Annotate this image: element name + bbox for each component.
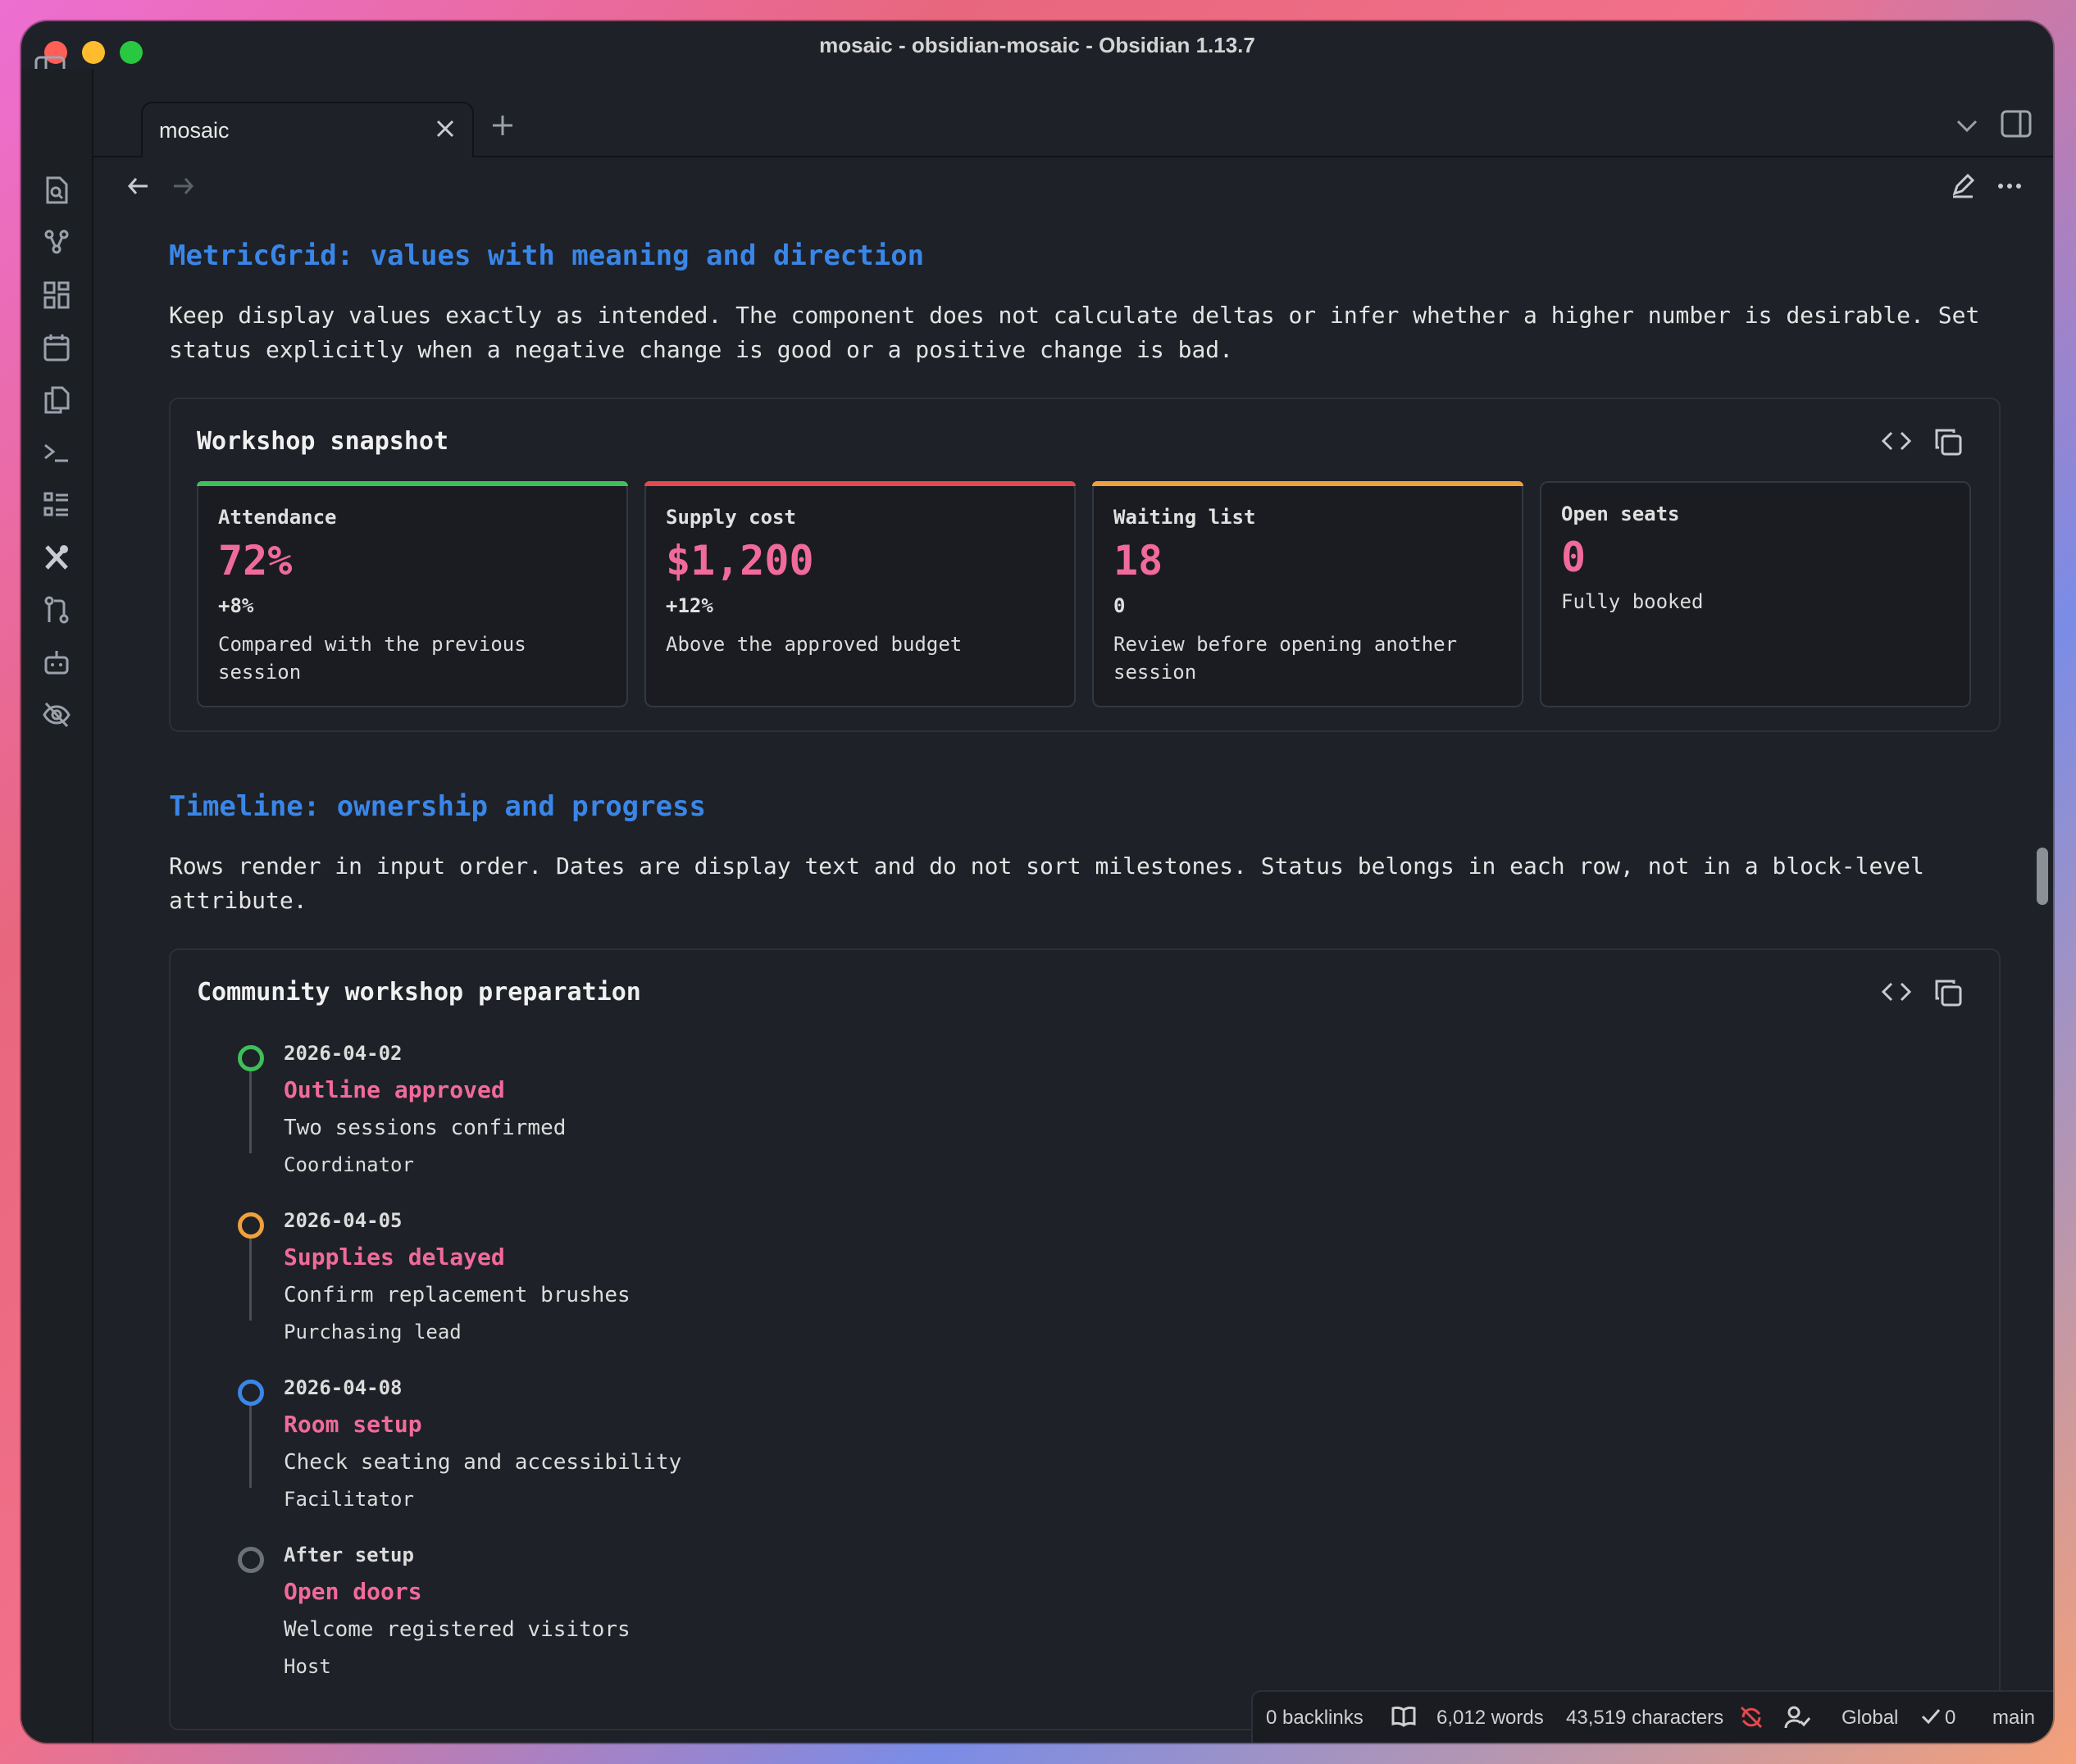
timeline-description: Welcome registered visitors [284,1617,631,1642]
metric-note: Compared with the previous session [218,633,526,684]
metric-value: 18 [1113,537,1163,584]
timeline-title: Room setup [284,1411,422,1438]
metric-label: Supply cost [666,506,796,529]
metric-label: Attendance [218,506,337,529]
timeline-paragraph: Rows render in input order. Dates are di… [169,849,2053,918]
graph-icon[interactable] [43,228,71,257]
metric-card: Attendance 72% +8% Compared with the pre… [197,481,628,707]
copy-block-icon[interactable] [1933,427,1963,457]
paragraph-line: status explicitly when a negative change… [169,336,1234,363]
status-dot [238,1045,264,1071]
metric-label: Waiting list [1113,506,1256,529]
timeline-title: Community workshop preparation [197,978,641,1007]
metric-card: Open seats 0 Fully booked [1540,481,1971,707]
timeline-owner: Coordinator [284,1153,414,1176]
sync-off-icon[interactable] [1738,1705,1764,1730]
timeline-date: 2026-04-05 [284,1209,403,1232]
right-sidebar-toggle-icon[interactable] [2001,110,2032,138]
check-count: 0 [1945,1707,1956,1729]
close-icon[interactable] [435,118,456,139]
code-view-icon[interactable] [1881,429,1912,453]
code-view-icon[interactable] [1881,980,1912,1004]
metric-delta: +8% [218,594,254,617]
eye-off-icon[interactable] [43,700,71,730]
paragraph-line: Keep display values exactly as intended.… [169,302,1980,329]
metric-grid-block: Workshop snapshot Attendance 72% +8% Com… [169,398,2001,732]
more-options-icon[interactable] [1997,182,2022,190]
window-title: mosaic - obsidian-mosaic - Obsidian 1.13… [819,33,1255,57]
file-search-icon[interactable] [43,175,71,205]
character-count: 43,519 characters [1566,1707,1724,1729]
scope-label[interactable]: Global [1842,1707,1898,1730]
metric-value: 0 [1561,534,1587,581]
list-icon[interactable] [43,490,71,520]
metricgrid-heading: MetricGrid: values with meaning and dire… [169,239,925,272]
metric-note: Above the approved budget [666,633,963,656]
timeline-date: After setup [284,1544,414,1566]
bot-icon[interactable] [43,648,71,677]
metric-grid-title: Workshop snapshot [197,427,449,456]
timeline-title: Outline approved [284,1076,505,1103]
editor-pane: MetricGrid: values with meaning and dire… [93,157,2053,1743]
tab-bar: mosaic [93,69,2053,157]
timeline-owner: Host [284,1655,331,1678]
timeline-description: Confirm replacement brushes [284,1283,631,1307]
status-dot [238,1380,264,1406]
status-dot [238,1212,264,1239]
app-window: mosaic - obsidian-mosaic - Obsidian 1.13… [21,21,2053,1743]
metric-card: Waiting list 18 0 Review before opening … [1092,481,1523,707]
tab-label: mosaic [159,118,230,143]
paragraph-line: attribute. [169,887,307,914]
title-bar: mosaic - obsidian-mosaic - Obsidian 1.13… [21,21,2053,69]
new-tab-plus-icon[interactable] [490,113,515,138]
back-arrow-icon[interactable] [126,175,151,197]
timeline-date: 2026-04-08 [284,1376,403,1399]
tab-mosaic[interactable]: mosaic [141,102,474,157]
timeline-block: Community workshop preparation 2026-04-0… [169,948,2001,1730]
check-icon [1920,1707,1942,1726]
timeline-description: Check seating and accessibility [284,1450,682,1475]
timeline-owner: Facilitator [284,1488,414,1511]
backlinks-count[interactable]: 0 backlinks [1266,1707,1364,1730]
timeline-heading: Timeline: ownership and progress [169,790,707,823]
word-count: 6,012 words [1436,1707,1544,1729]
metric-delta: +12% [666,594,713,617]
timeline-description: Two sessions confirmed [284,1116,567,1140]
tools-icon[interactable] [43,543,71,572]
chevron-down-icon[interactable] [1955,116,1979,136]
status-dot [238,1547,264,1573]
forward-arrow-icon[interactable] [171,175,195,197]
timeline-title: Supplies delayed [284,1243,505,1271]
metric-delta: 0 [1113,594,1126,617]
metric-value: 72% [218,537,293,584]
metric-note: Fully booked [1561,590,1704,613]
user-check-icon[interactable] [1784,1705,1810,1730]
scrollbar-thumb[interactable] [2037,848,2048,905]
status-bar [197,481,628,486]
metric-card: Supply cost $1,200 +12% Above the approv… [644,481,1076,707]
terminal-icon[interactable] [43,438,71,467]
dashboard-icon[interactable] [43,280,71,310]
status-bar: 0 backlinks 6,012 words 43,519 character… [1251,1690,2053,1743]
paragraph-line: Rows render in input order. Dates are di… [169,852,1924,880]
metricgrid-paragraph: Keep display values exactly as intended.… [169,298,2053,367]
status-bar [644,481,1076,486]
copy-block-icon[interactable] [1933,978,1963,1007]
calendar-icon[interactable] [43,333,71,362]
copy-icon[interactable] [43,385,71,415]
git-branch-icon[interactable] [43,595,71,625]
timeline-owner: Purchasing lead [284,1321,462,1343]
metric-value: $1,200 [666,537,814,584]
git-branch-label[interactable]: main [1992,1707,2035,1730]
left-ribbon [21,69,93,1743]
metric-note: Review before opening another session [1113,633,1458,684]
status-bar [1092,481,1523,486]
metric-label: Open seats [1561,502,1680,525]
timeline-title: Open doors [284,1578,422,1605]
edit-pencil-icon[interactable] [1950,172,1976,198]
timeline-date: 2026-04-02 [284,1042,403,1065]
book-icon[interactable] [1391,1705,1417,1728]
